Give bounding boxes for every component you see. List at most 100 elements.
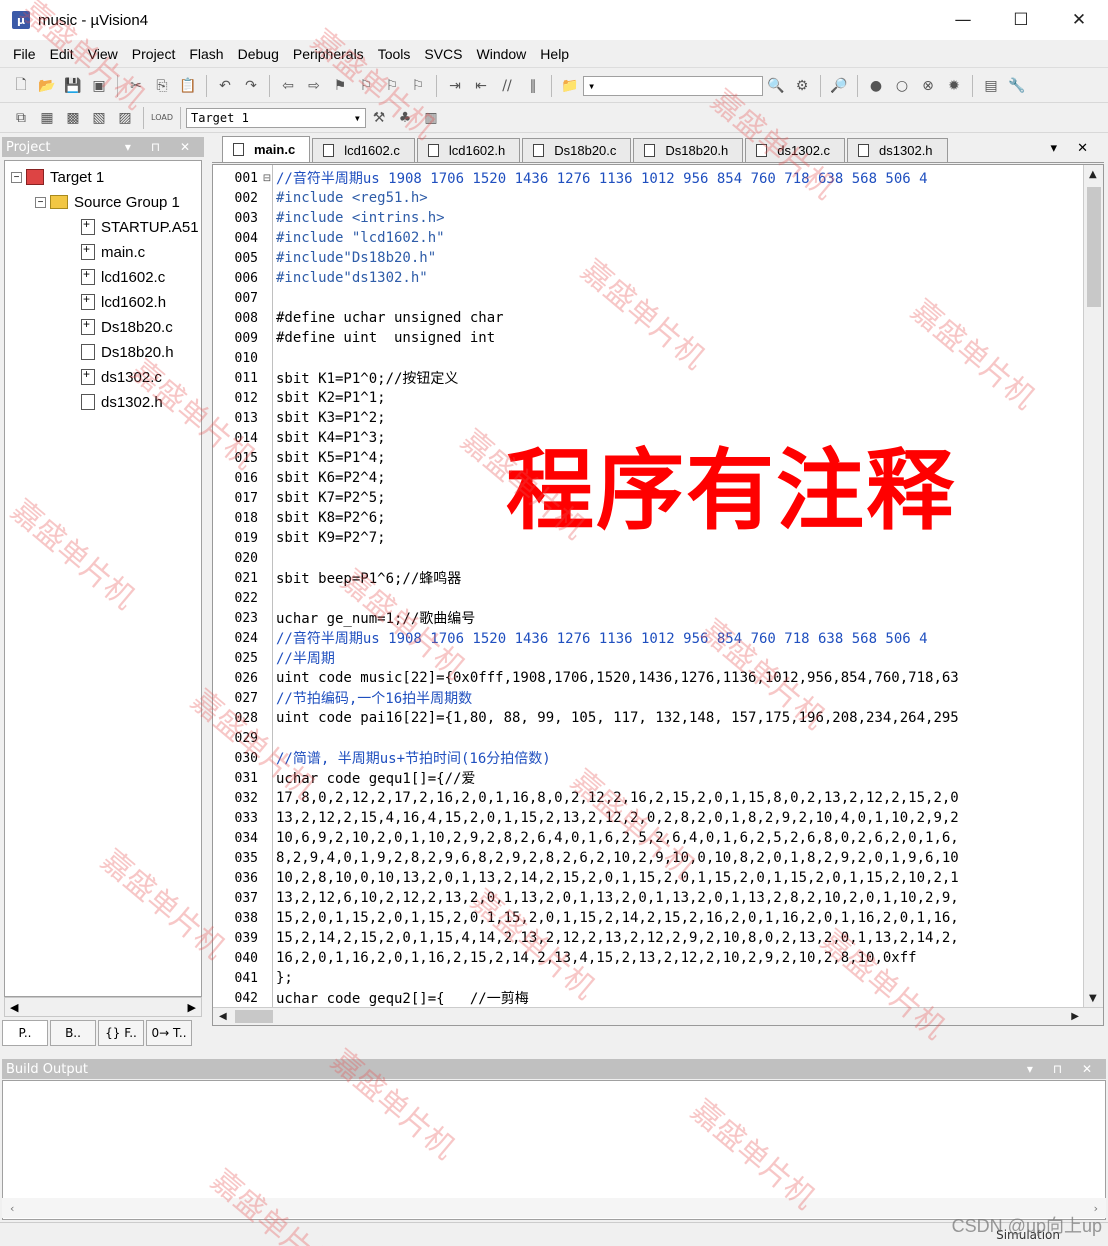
window-layout-icon[interactable]: ▤ [981, 76, 1001, 96]
tree-item-file[interactable]: Ds18b20.h [81, 341, 174, 363]
cut-icon[interactable]: ✂ [126, 76, 146, 96]
editor-tab-ds18b20-c[interactable]: Ds18b20.c [522, 138, 632, 162]
save-icon[interactable]: 💾 [63, 76, 83, 96]
scroll-left-icon[interactable]: ◀ [10, 1001, 18, 1014]
menu-svcs[interactable]: SVCS [417, 46, 469, 62]
scroll-right-icon[interactable]: ▶ [1071, 1011, 1079, 1022]
code-line[interactable]: 033 13,2,12,2,15,4,16,4,15,2,0,1,15,2,13,… [213, 808, 1103, 828]
tree-item-file[interactable]: STARTUP.A51 [81, 216, 199, 238]
menu-window[interactable]: Window [470, 46, 534, 62]
menu-view[interactable]: View [81, 46, 125, 62]
panel-controls[interactable]: ▾ ⊓ ✕ [125, 140, 204, 154]
tree-item-file[interactable]: lcd1602.c [81, 266, 165, 288]
scroll-up-icon[interactable]: ▲ [1089, 169, 1097, 180]
code-line[interactable]: 003 #include <intrins.h> [213, 208, 1103, 228]
code-line[interactable]: 010 [213, 348, 1103, 368]
code-editor[interactable]: 001 ⊟//音符半周期us 1908 1706 1520 1436 1276 1… [212, 164, 1104, 1026]
redo-icon[interactable]: ↷ [241, 76, 261, 96]
debug-start-icon[interactable]: 🔎 [829, 76, 849, 96]
new-file-icon[interactable]: 🗋 [11, 76, 31, 96]
code-line[interactable]: 006 #include"ds1302.h" [213, 268, 1103, 288]
editor-tab-lcd1602-c[interactable]: lcd1602.c [312, 138, 415, 162]
code-line[interactable]: 042 uchar code gequ2[]={ //一剪梅 [213, 988, 1103, 1008]
code-line[interactable]: 041}; [213, 968, 1103, 988]
rebuild-icon[interactable]: ▩ [63, 108, 83, 128]
editor-tab-ds18b20-h[interactable]: Ds18b20.h [633, 138, 744, 162]
undo-icon[interactable]: ↶ [215, 76, 235, 96]
menu-flash[interactable]: Flash [182, 46, 230, 62]
breakpoint-disable-icon[interactable]: ○ [892, 76, 912, 96]
books-icon[interactable]: ▥ [421, 108, 441, 128]
scroll-down-icon[interactable]: ▼ [1089, 993, 1097, 1004]
save-all-icon[interactable]: ▣ [89, 76, 109, 96]
code-line[interactable]: 037 13,2,12,6,10,2,12,2,13,2,0,1,13,2,0,1… [213, 888, 1103, 908]
translate-icon[interactable]: ⧉ [11, 108, 31, 128]
editor-tab-controls[interactable]: ▾ ✕ [1050, 141, 1096, 156]
bookmark-clear-icon[interactable]: ⚐ [408, 76, 428, 96]
panel-controls[interactable]: ▾ ⊓ ✕ [1027, 1062, 1106, 1076]
code-line[interactable]: 024 //音符半周期us 1908 1706 1520 1436 1276 11… [213, 628, 1103, 648]
paste-icon[interactable]: 📋 [178, 76, 198, 96]
configure-icon[interactable]: 🔧 [1007, 76, 1027, 96]
menu-file[interactable]: File [6, 46, 43, 62]
menu-project[interactable]: Project [125, 46, 183, 62]
uncomment-icon[interactable]: ∥ [523, 76, 543, 96]
fold-marker-icon[interactable]: ⊟ [261, 173, 273, 184]
close-button[interactable]: ✕ [1050, 0, 1108, 40]
load-icon[interactable]: LOAD [151, 108, 173, 128]
tree-item-file[interactable]: Ds18b20.c [81, 316, 173, 338]
open-folder-icon[interactable]: 📂 [37, 76, 57, 96]
code-line[interactable]: 020 [213, 548, 1103, 568]
tree-item-source-group[interactable]: − Source Group 1 [35, 191, 180, 213]
scroll-left-icon[interactable]: ◀ [219, 1011, 227, 1022]
replace-icon[interactable]: ⚙ [792, 76, 812, 96]
editor-tab-ds1302-c[interactable]: ds1302.c [745, 138, 846, 162]
code-line[interactable]: 011 sbit K1=P1^0;//按钮定义 [213, 368, 1103, 388]
build-icon[interactable]: ▦ [37, 108, 57, 128]
target-select[interactable]: Target 1 ▾ [186, 107, 366, 128]
code-line[interactable]: 009 #define uint unsigned int [213, 328, 1103, 348]
breakpoint-all-icon[interactable]: ✹ [944, 76, 964, 96]
hscroll-thumb[interactable] [235, 1010, 273, 1023]
editor-tab-main-c[interactable]: main.c [222, 136, 311, 162]
code-line[interactable]: 012 sbit K2=P1^1; [213, 388, 1103, 408]
code-line[interactable]: 007 [213, 288, 1103, 308]
collapse-toggle-icon[interactable]: − [35, 196, 46, 208]
comment-icon[interactable]: // [497, 76, 517, 96]
tree-item-file[interactable]: ds1302.h [81, 391, 163, 413]
code-line[interactable]: 026 uint code music[22]={0x0fff,1908,1706… [213, 668, 1103, 688]
tree-item-target[interactable]: − Target 1 [11, 166, 104, 188]
code-line[interactable]: 004 #include "lcd1602.h" [213, 228, 1103, 248]
code-line[interactable]: 034 10,6,9,2,10,2,0,1,10,2,9,2,8,2,6,4,0,… [213, 828, 1103, 848]
code-line[interactable]: 027 //节拍编码,一个16拍半周期数 [213, 688, 1103, 708]
menu-edit[interactable]: Edit [43, 46, 81, 62]
tree-item-file[interactable]: lcd1602.h [81, 291, 166, 313]
target-options-icon[interactable]: ⚒ [369, 108, 389, 128]
components-icon[interactable]: ♣ [395, 108, 415, 128]
tree-item-file[interactable]: main.c [81, 241, 145, 263]
editor-tab-lcd1602-h[interactable]: lcd1602.h [416, 138, 521, 162]
menu-debug[interactable]: Debug [231, 46, 286, 62]
code-line[interactable]: 032 17,8,0,2,12,2,17,2,16,2,0,1,16,8,0,2,… [213, 788, 1103, 808]
code-line[interactable]: 022 [213, 588, 1103, 608]
code-line[interactable]: 008 #define uchar unsigned char [213, 308, 1103, 328]
tab-functions[interactable]: {} F.. [98, 1020, 144, 1046]
code-line[interactable]: 036 10,2,8,10,0,10,13,2,0,1,13,2,14,2,15,… [213, 868, 1103, 888]
code-line[interactable]: 023 uchar ge_num=1;//歌曲编号 [213, 608, 1103, 628]
code-line[interactable]: 029 [213, 728, 1103, 748]
code-line[interactable]: 021 sbit beep=P1^6;//蜂鸣器 [213, 568, 1103, 588]
code-line[interactable]: 039 15,2,14,2,15,2,0,1,15,4,14,2,13,2,12,… [213, 928, 1103, 948]
bookmark-icon[interactable]: ⚑ [330, 76, 350, 96]
menu-help[interactable]: Help [533, 46, 576, 62]
nav-forward-icon[interactable]: ⇨ [304, 76, 324, 96]
menu-tools[interactable]: Tools [371, 46, 418, 62]
code-line[interactable]: 002 #include <reg51.h> [213, 188, 1103, 208]
indent-icon[interactable]: ⇥ [445, 76, 465, 96]
code-line[interactable]: 025 //半周期 [213, 648, 1103, 668]
scroll-left-icon[interactable]: ‹ [10, 1202, 14, 1215]
find-icon[interactable]: 🔍 [766, 76, 786, 96]
bookmark-prev-icon[interactable]: ⚐ [356, 76, 376, 96]
find-in-files-icon[interactable]: 📁 [560, 76, 580, 96]
editor-vscrollbar[interactable]: ▲ ▼ [1083, 165, 1103, 1008]
code-line[interactable]: 030 //简谱, 半周期us+节拍时间(16分拍倍数) [213, 748, 1103, 768]
